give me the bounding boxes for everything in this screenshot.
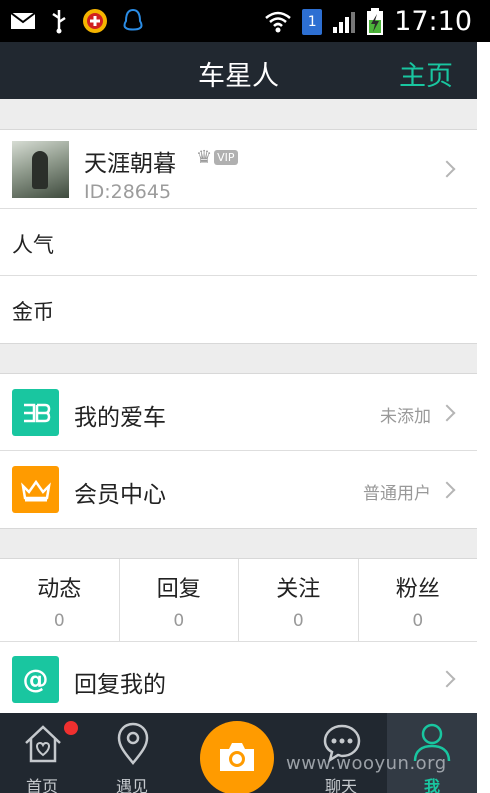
wifi-icon	[265, 11, 291, 32]
coins-row: 金币	[0, 276, 477, 343]
tab-home[interactable]: 首页	[2, 713, 82, 793]
home-icon	[25, 725, 61, 763]
chevron-right-icon	[438, 481, 456, 499]
my-car-status: 未添加	[380, 407, 431, 427]
tab-discover[interactable]: 遇见	[92, 713, 172, 793]
chevron-right-icon	[438, 160, 456, 178]
camera-icon	[220, 743, 254, 771]
stat-count: 0	[173, 611, 185, 631]
vip-label: VIP	[214, 150, 238, 165]
sim-slot-badge: 1	[302, 8, 323, 35]
stat-posts[interactable]: 动态 0	[0, 559, 120, 641]
popularity-label: 人气	[12, 233, 54, 257]
location-pin-icon	[117, 722, 149, 765]
stat-label: 关注	[276, 577, 321, 602]
status-time: 17:10	[394, 6, 472, 37]
battery-charging-icon	[367, 7, 384, 35]
profile-section: 天涯朝暮 ♛ VIP ID:28645 人气 金币	[0, 129, 477, 344]
menu-section: 我的爱车 未添加 会员中心 普通用户	[0, 373, 477, 529]
popularity-row: 人气	[0, 209, 477, 276]
crown-icon: ♛	[196, 147, 213, 168]
avatar[interactable]	[12, 141, 69, 198]
signal-icon	[333, 11, 356, 33]
qq-icon	[123, 8, 143, 31]
chevron-right-icon	[438, 404, 456, 422]
stat-count: 0	[292, 611, 304, 631]
app-notification-icon	[83, 9, 107, 33]
tab-label: 首页	[25, 777, 58, 793]
watermark: www.wooyun.org	[286, 753, 447, 774]
tab-label: 聊天	[324, 777, 357, 793]
camera-button[interactable]	[200, 721, 274, 793]
crown-icon	[12, 466, 59, 513]
profile-row[interactable]: 天涯朝暮 ♛ VIP ID:28645	[0, 130, 477, 209]
usb-icon	[52, 10, 66, 34]
stat-label: 动态	[37, 577, 82, 602]
coins-label: 金币	[12, 300, 54, 324]
stat-followers[interactable]: 粉丝 0	[359, 559, 478, 641]
menu-item-member-center: 会员中心	[74, 482, 166, 508]
my-car-row[interactable]: 我的爱车 未添加	[0, 374, 477, 451]
tab-label: 我	[423, 777, 440, 793]
at-icon: @	[12, 656, 59, 703]
mail-icon	[10, 12, 36, 29]
stat-replies[interactable]: 回复 0	[120, 559, 239, 641]
replies-to-me-row[interactable]: @ 回复我的	[0, 642, 477, 714]
status-bar: 1 17:10	[0, 0, 490, 42]
chevron-right-icon	[438, 670, 456, 688]
social-stats: 动态 0 回复 0 关注 0 粉丝 0	[0, 559, 477, 642]
stat-label: 粉丝	[395, 577, 440, 602]
vip-badge: ♛ VIP	[196, 147, 238, 168]
social-section: 动态 0 回复 0 关注 0 粉丝 0 @ 回复我的	[0, 558, 477, 715]
home-button[interactable]: 主页	[399, 54, 453, 93]
notification-dot	[64, 721, 78, 735]
car-logo-icon	[12, 389, 59, 436]
stat-count: 0	[412, 611, 424, 631]
member-center-row[interactable]: 会员中心 普通用户	[0, 451, 477, 528]
profile-name: 天涯朝暮	[84, 151, 176, 177]
menu-item-replies-to-me: 回复我的	[74, 672, 166, 698]
menu-item-my-car: 我的爱车	[74, 405, 166, 431]
app-header: 车星人 主页	[0, 42, 477, 99]
stat-following[interactable]: 关注 0	[239, 559, 359, 641]
profile-id: ID:28645	[84, 181, 172, 203]
member-level: 普通用户	[363, 484, 431, 504]
stat-label: 回复	[156, 577, 201, 602]
tab-label: 遇见	[115, 777, 148, 793]
stat-count: 0	[53, 611, 65, 631]
